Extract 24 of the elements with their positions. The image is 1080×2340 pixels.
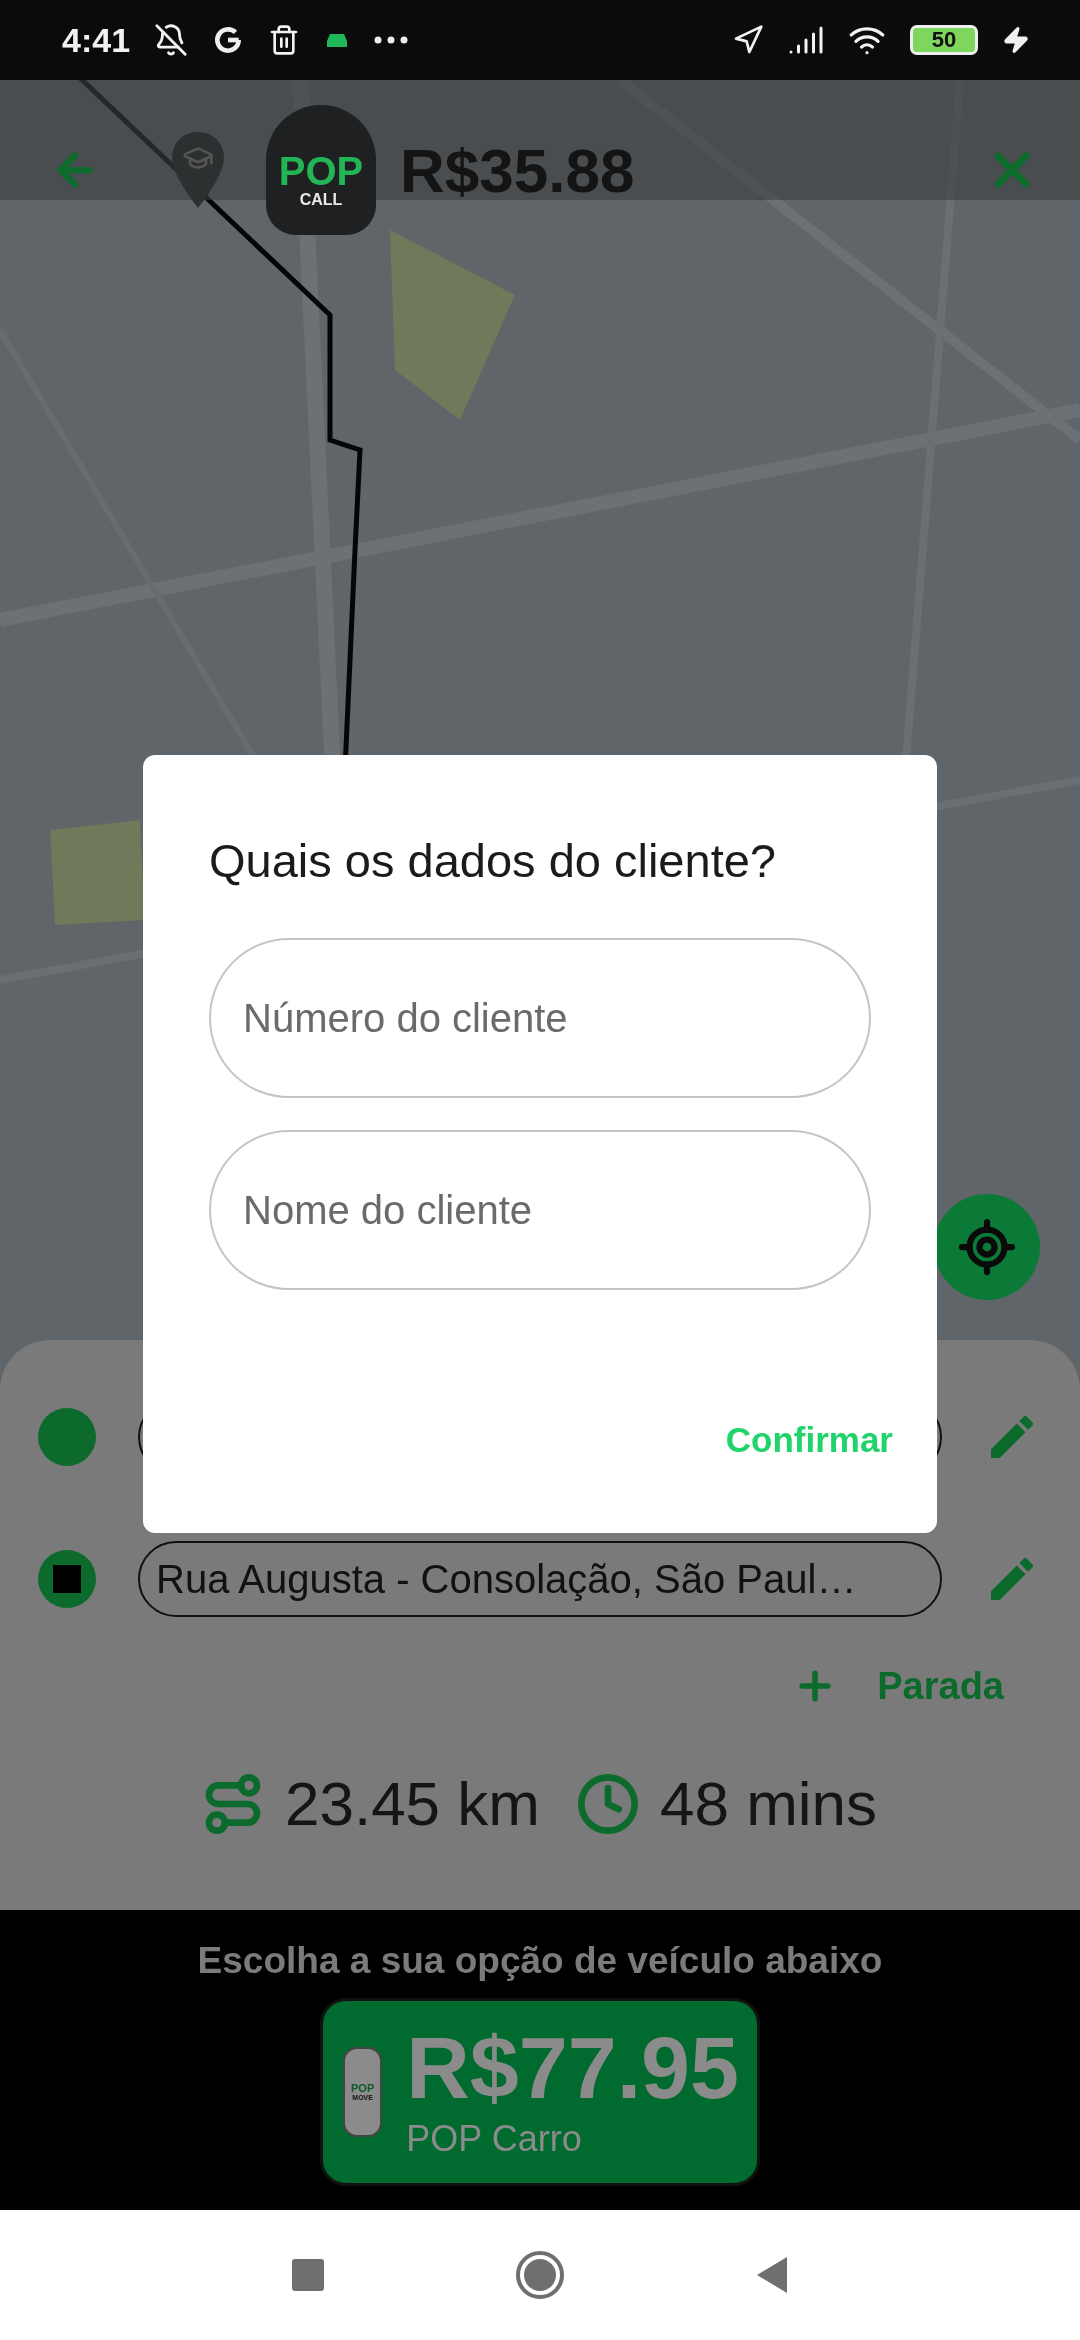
battery-level: 50	[910, 25, 978, 55]
clock-icon	[575, 1771, 640, 1836]
vehicle-prompt: Escolha a sua opção de veículo abaixo	[197, 1940, 883, 1982]
address-field[interactable]: Rua Augusta - Consolação, São Paul…	[138, 1541, 942, 1617]
origin-marker-icon	[38, 1408, 96, 1466]
input-field[interactable]: Nome do cliente	[209, 1130, 871, 1290]
clock-time: 4:41	[62, 20, 131, 60]
vehicle-price: R$77.95	[406, 2024, 739, 2112]
charging-icon	[1002, 26, 1030, 54]
location-arrow-icon	[732, 24, 764, 56]
more-icon	[374, 36, 409, 44]
input-field[interactable]: Número do cliente	[209, 938, 871, 1098]
vehicle-name: POP Carro	[406, 2118, 582, 2160]
muted-bell-icon	[154, 23, 189, 57]
dialog-title: Quais os dados do cliente?	[209, 833, 777, 888]
home-button[interactable]	[515, 2250, 565, 2300]
destination-marker-icon	[38, 1550, 96, 1608]
recents-button[interactable]	[291, 2258, 325, 2292]
locate-icon	[957, 1217, 1017, 1277]
distance-text: 23.45 km	[284, 1768, 540, 1839]
duration-text: 48 mins	[659, 1768, 878, 1839]
fare-price: R$35.88	[400, 134, 636, 206]
map-pin-icon	[170, 130, 226, 210]
back-nav-button[interactable]	[755, 2255, 789, 2295]
